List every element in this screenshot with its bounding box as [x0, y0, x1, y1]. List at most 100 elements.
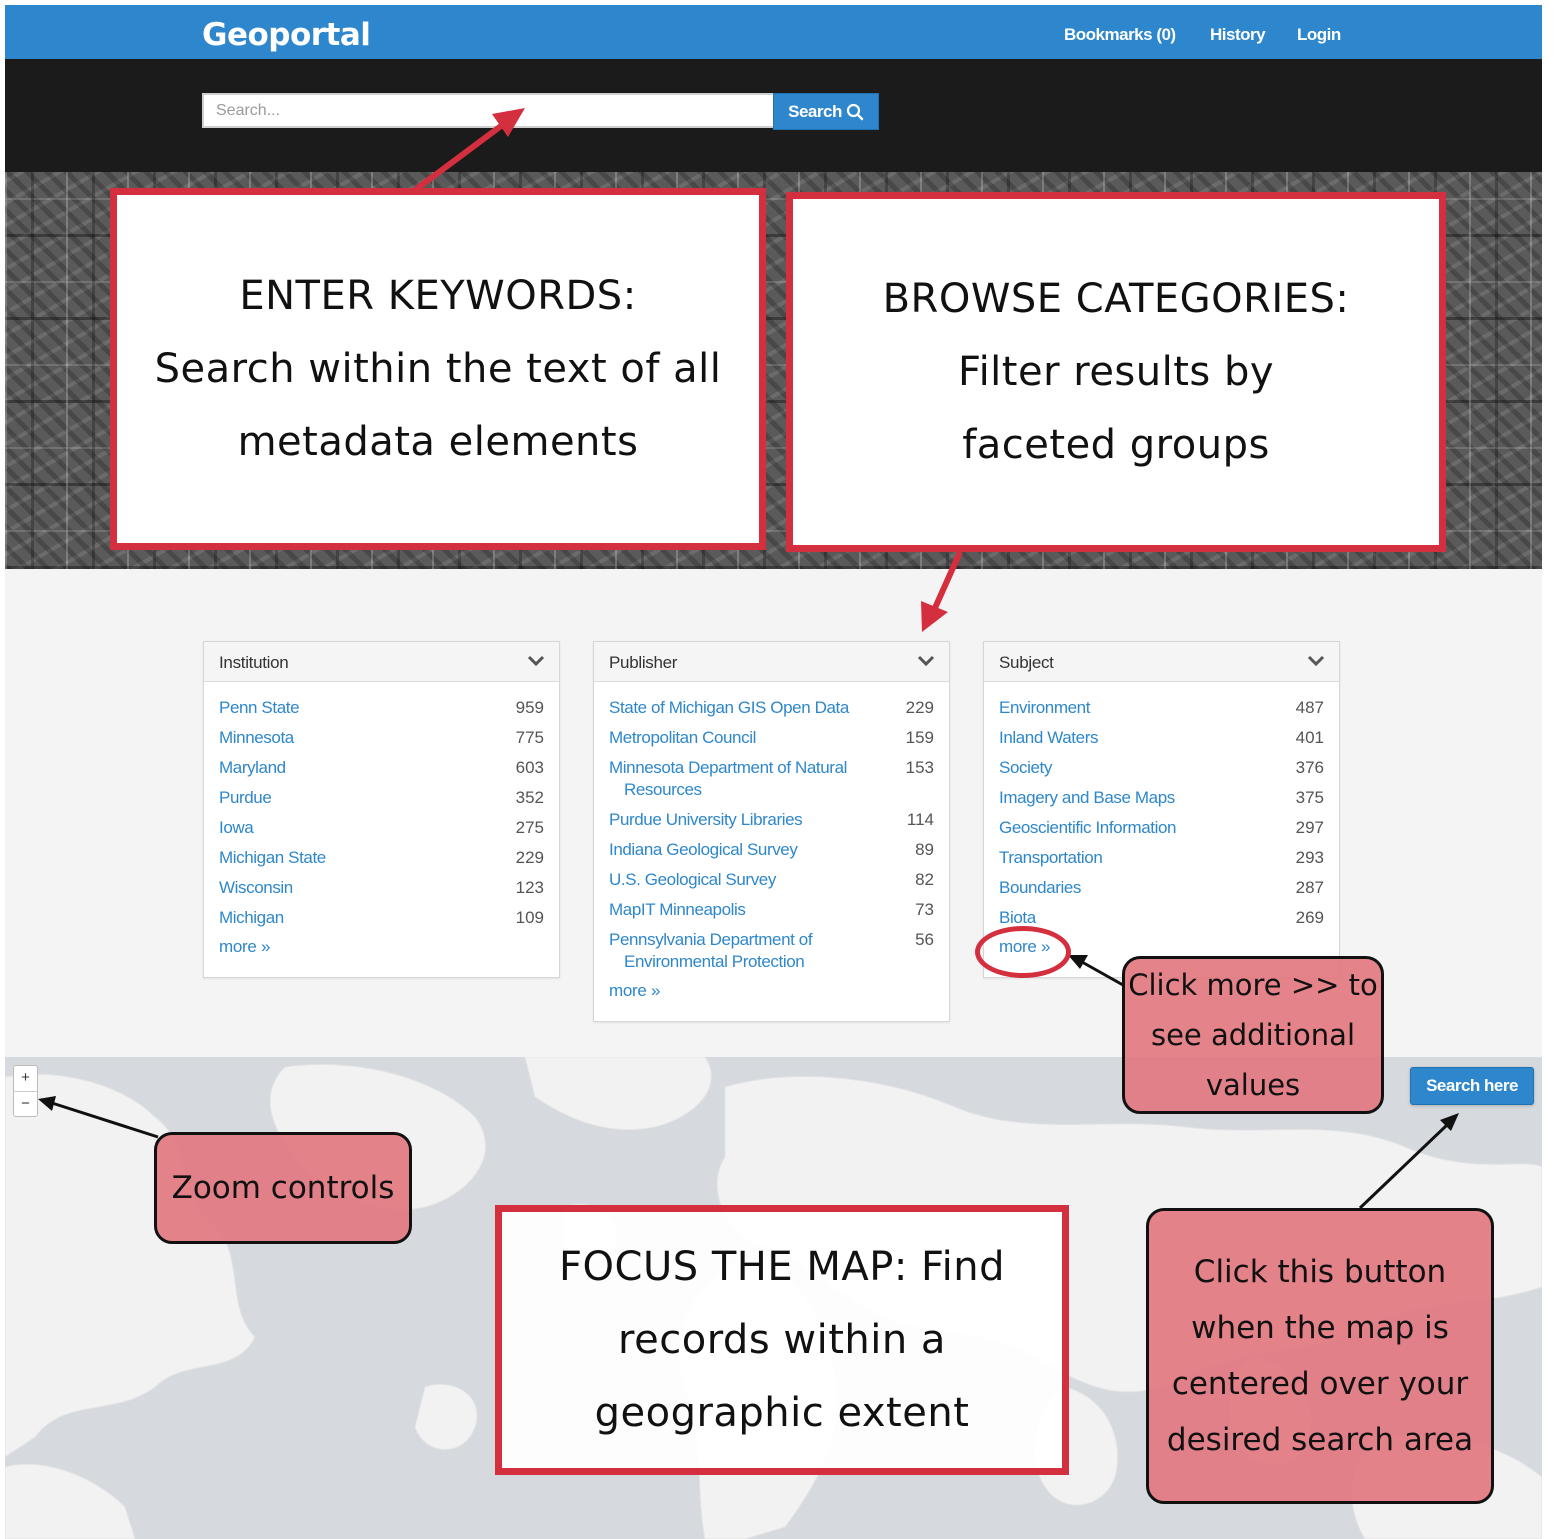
- facet-item-label[interactable]: Metropolitan Council: [609, 727, 756, 749]
- note-line: faceted groups: [962, 421, 1270, 468]
- more-link[interactable]: more »: [219, 937, 544, 957]
- facet-item[interactable]: Imagery and Base Maps 375: [999, 787, 1324, 809]
- facet-item[interactable]: Michigan 109: [219, 907, 544, 929]
- note-browse-categories: BROWSE CATEGORIES: Filter results by fac…: [786, 192, 1446, 552]
- facet-header[interactable]: Subject: [984, 642, 1339, 682]
- facet-item-label[interactable]: Pennsylvania Department of Environmental…: [609, 929, 889, 973]
- facet-panel-publisher: Publisher State of Michigan GIS Open Dat…: [593, 641, 950, 1022]
- facet-item-count: 297: [1295, 818, 1324, 837]
- facet-item-count: 293: [1295, 848, 1324, 867]
- facet-item[interactable]: Environment 487: [999, 697, 1324, 719]
- facet-item[interactable]: Geoscientific Information 297: [999, 817, 1324, 839]
- facet-item-label[interactable]: Transportation: [999, 847, 1103, 869]
- note-line: centered over your: [1171, 1366, 1469, 1402]
- facet-item-label[interactable]: Boundaries: [999, 877, 1081, 899]
- note-line: see additional: [1150, 1018, 1356, 1052]
- search-input[interactable]: [202, 93, 775, 128]
- facet-item[interactable]: Metropolitan Council 159: [609, 727, 934, 749]
- facet-item-label[interactable]: Society: [999, 757, 1052, 779]
- facet-item[interactable]: Biota 269: [999, 907, 1324, 929]
- facet-item[interactable]: Wisconsin 123: [219, 877, 544, 899]
- facet-item[interactable]: Minnesota 775: [219, 727, 544, 749]
- note-line: Click more >> to: [1128, 968, 1378, 1002]
- note-focus-map: FOCUS THE MAP: Find records within a geo…: [495, 1205, 1069, 1475]
- note-more-tip: Click more >> to see additional values: [1122, 956, 1384, 1114]
- facet-item-label[interactable]: Minnesota: [219, 727, 294, 749]
- note-line: BROWSE CATEGORIES:: [882, 275, 1350, 322]
- facet-item[interactable]: Pennsylvania Department of Environmental…: [609, 929, 934, 973]
- facet-panel-institution: Institution Penn State 959 Minnesota 775 M…: [203, 641, 560, 978]
- facet-item-label[interactable]: Minnesota Department of Natural Resource…: [609, 757, 889, 801]
- facet-item-label[interactable]: Purdue: [219, 787, 272, 809]
- nav-login[interactable]: Login: [1297, 25, 1341, 45]
- facet-item-count: 603: [515, 758, 544, 777]
- more-highlight-circle: [975, 926, 1071, 978]
- facet-item-count: 376: [1295, 758, 1324, 777]
- note-line: desired search area: [1166, 1422, 1474, 1458]
- note-line: FOCUS THE MAP: Find: [559, 1243, 1005, 1290]
- search-button[interactable]: Search: [773, 93, 879, 130]
- facet-item-count: 352: [515, 788, 544, 807]
- search-here-button[interactable]: Search here: [1410, 1067, 1534, 1105]
- facet-item-label[interactable]: Indiana Geological Survey: [609, 839, 798, 861]
- facet-title: Institution: [219, 653, 289, 672]
- facet-item-label[interactable]: Penn State: [219, 697, 300, 719]
- facet-item-label[interactable]: Environment: [999, 697, 1090, 719]
- note-line: geographic extent: [594, 1389, 970, 1436]
- facet-item-label[interactable]: MapIT Minneapolis: [609, 899, 746, 921]
- note-line: Search within the text of all: [154, 345, 722, 392]
- facet-item-count: 159: [905, 728, 934, 747]
- note-zoom-tip: Zoom controls: [154, 1132, 412, 1244]
- facet-item[interactable]: Maryland 603: [219, 757, 544, 779]
- facet-item[interactable]: Iowa 275: [219, 817, 544, 839]
- facet-item[interactable]: Penn State 959: [219, 697, 544, 719]
- zoom-in-button[interactable]: +: [14, 1066, 37, 1091]
- facet-item-count: 375: [1295, 788, 1324, 807]
- facet-item-label[interactable]: Maryland: [219, 757, 286, 779]
- facet-item-label[interactable]: State of Michigan GIS Open Data: [609, 697, 849, 719]
- note-search-here-tip: Click this button when the map is center…: [1146, 1208, 1494, 1504]
- nav-history[interactable]: History: [1210, 25, 1266, 45]
- note-line: Click this button: [1193, 1254, 1447, 1290]
- note-line: Filter results by: [957, 348, 1275, 395]
- facet-item[interactable]: Society 376: [999, 757, 1324, 779]
- more-link[interactable]: more »: [609, 981, 934, 1001]
- facet-item-label[interactable]: Geoscientific Information: [999, 817, 1176, 839]
- nav-bookmarks[interactable]: Bookmarks (0): [1064, 25, 1176, 45]
- facet-item[interactable]: Purdue 352: [219, 787, 544, 809]
- facet-item[interactable]: State of Michigan GIS Open Data 229: [609, 697, 934, 719]
- facet-item[interactable]: Indiana Geological Survey 89: [609, 839, 934, 861]
- search-button-label: Search: [788, 101, 842, 121]
- facet-item[interactable]: Boundaries 287: [999, 877, 1324, 899]
- facet-item-label[interactable]: Michigan State: [219, 847, 326, 869]
- facet-item-label[interactable]: Iowa: [219, 817, 254, 839]
- facet-item[interactable]: Michigan State 229: [219, 847, 544, 869]
- facet-item-label[interactable]: Wisconsin: [219, 877, 293, 899]
- facet-item-count: 775: [515, 728, 544, 747]
- facet-item[interactable]: U.S. Geological Survey 82: [609, 869, 934, 891]
- facet-item-label[interactable]: Purdue University Libraries: [609, 809, 803, 831]
- chevron-down-icon[interactable]: [917, 654, 935, 668]
- facet-item[interactable]: Inland Waters 401: [999, 727, 1324, 749]
- search-icon: [846, 103, 864, 120]
- chevron-down-icon[interactable]: [527, 654, 545, 668]
- facet-item-label[interactable]: Michigan: [219, 907, 284, 929]
- facet-item[interactable]: Purdue University Libraries 114: [609, 809, 934, 831]
- facet-item-count: 109: [515, 908, 544, 927]
- facet-item[interactable]: Transportation 293: [999, 847, 1324, 869]
- brand-logo[interactable]: Geoportal: [202, 17, 371, 53]
- zoom-out-button[interactable]: −: [14, 1091, 37, 1116]
- facet-item-label[interactable]: U.S. Geological Survey: [609, 869, 776, 891]
- facet-item-label[interactable]: Imagery and Base Maps: [999, 787, 1175, 809]
- facet-item[interactable]: MapIT Minneapolis 73: [609, 899, 934, 921]
- facet-item[interactable]: Minnesota Department of Natural Resource…: [609, 757, 934, 801]
- facet-item-count: 269: [1295, 908, 1324, 927]
- facet-header[interactable]: Publisher: [594, 642, 949, 682]
- note-line: ENTER KEYWORDS:: [239, 272, 637, 319]
- facet-item-label[interactable]: Inland Waters: [999, 727, 1098, 749]
- note-line: metadata elements: [237, 418, 639, 465]
- chevron-down-icon[interactable]: [1307, 654, 1325, 668]
- facet-header[interactable]: Institution: [204, 642, 559, 682]
- facet-title: Publisher: [609, 653, 678, 672]
- top-navbar: Geoportal Bookmarks (0) History Login: [5, 5, 1542, 59]
